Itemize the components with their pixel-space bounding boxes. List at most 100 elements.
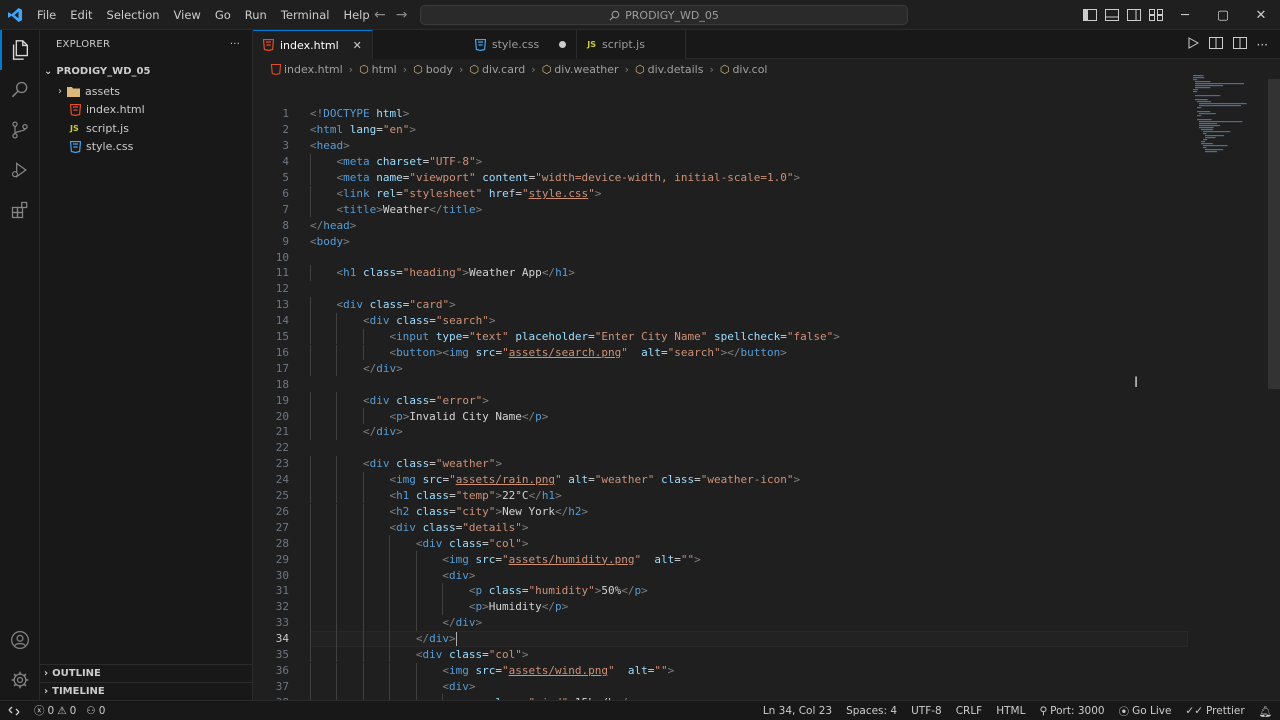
code-line[interactable]: 14 <div class="search"> [253, 313, 1193, 329]
menu-go[interactable]: Go [208, 0, 238, 30]
outline-section[interactable]: › OUTLINE [40, 664, 252, 682]
menu-edit[interactable]: Edit [63, 0, 99, 30]
code-line[interactable]: 1 <!DOCTYPE html> [253, 106, 1193, 122]
code-line[interactable]: 21 </div> [253, 424, 1193, 440]
code-line[interactable]: 16 <button><img src="assets/search.png" a… [253, 345, 1193, 361]
customize-layout-icon[interactable] [1148, 7, 1164, 23]
cursor-position[interactable]: Ln 34, Col 23 [763, 705, 832, 717]
code-line[interactable]: 10 [253, 249, 1193, 265]
code-line[interactable]: 36 <img src="assets/wind.png" alt=""> [253, 663, 1193, 679]
command-center-search[interactable]: PRODIGY_WD_05 [420, 5, 908, 25]
manage-activity[interactable] [0, 660, 40, 700]
split-editor-icon[interactable] [1232, 37, 1247, 52]
code-line[interactable]: 22 [253, 440, 1193, 456]
tree-item-script-js[interactable]: JS script.js [40, 119, 252, 138]
extensions-activity[interactable] [0, 190, 40, 230]
code-line[interactable]: 9 <body> [253, 233, 1193, 249]
prettier-status[interactable]: ✓✓ Prettier [1185, 705, 1244, 717]
unsaved-dot-icon[interactable] [559, 41, 567, 48]
tree-item-assets[interactable]: › assets [40, 82, 252, 101]
code-line[interactable]: 5 <meta name="viewport" content="width=de… [253, 170, 1193, 186]
menu-terminal[interactable]: Terminal [274, 0, 337, 30]
tree-item-style-css[interactable]: style.css [40, 138, 252, 157]
notifications-bell-icon[interactable]: 🔔︎ [1259, 705, 1272, 718]
forward-arrow-icon[interactable]: → [396, 0, 408, 30]
code-line[interactable]: 33 </div> [253, 615, 1193, 631]
code-line[interactable]: 12 [253, 281, 1193, 297]
more-actions-icon[interactable]: ··· [230, 39, 240, 50]
code-line[interactable]: 18 [253, 376, 1193, 392]
more-actions-icon[interactable]: ··· [1257, 38, 1268, 52]
code-line[interactable]: 34 </div> [253, 631, 1193, 647]
code-line[interactable]: 15 <input type="text" placeholder="Enter … [253, 329, 1193, 345]
breadcrumb-item[interactable]: ⬡ div.card [469, 63, 525, 76]
code-line[interactable]: 17 </div> [253, 360, 1193, 376]
code-line[interactable]: 7 <title>Weather</title> [253, 201, 1193, 217]
scrollbar-thumb[interactable] [1268, 79, 1280, 389]
menu-run[interactable]: Run [238, 0, 274, 30]
code-line[interactable]: 6 <link rel="stylesheet" href="style.css"… [253, 186, 1193, 202]
menu-selection[interactable]: Selection [100, 0, 167, 30]
code-line[interactable]: 11 <h1 class="heading">Weather App</h1> [253, 265, 1193, 281]
open-preview-icon[interactable] [1208, 37, 1223, 52]
tab-index-html[interactable]: index.html ✕ [253, 30, 373, 59]
search-activity[interactable] [0, 70, 40, 110]
indentation[interactable]: Spaces: 4 [846, 705, 897, 717]
code-line[interactable]: 35 <div class="col"> [253, 647, 1193, 663]
source-control-activity[interactable] [0, 110, 40, 150]
code-editor[interactable]: 1 <!DOCTYPE html> 2 <html lang="en"> 3 <head>… [253, 106, 1280, 720]
code-line[interactable]: 13 <div class="card"> [253, 297, 1193, 313]
menu-view[interactable]: View [167, 0, 208, 30]
toggle-secondary-sidebar-icon[interactable] [1126, 7, 1142, 23]
encoding[interactable]: UTF-8 [911, 705, 942, 717]
back-arrow-icon[interactable]: ← [374, 0, 386, 30]
code-line[interactable]: 30 <div> [253, 567, 1193, 583]
tree-item-index-html[interactable]: index.html [40, 101, 252, 120]
code-line[interactable]: 25 <h1 class="temp">22°C</h1> [253, 488, 1193, 504]
close-icon[interactable]: ✕ [353, 39, 362, 52]
breadcrumb-item[interactable]: ⬡ html [359, 63, 397, 76]
breadcrumb-item[interactable]: ⬡ body [413, 63, 453, 76]
code-line[interactable]: 24 <img src="assets/rain.png" alt="weathe… [253, 472, 1193, 488]
run-icon[interactable] [1187, 37, 1199, 52]
remote-indicator[interactable] [0, 701, 28, 720]
breadcrumb-item[interactable]: ⬡ div.weather [542, 63, 619, 76]
tab-script-js[interactable]: JS script.js [577, 30, 686, 59]
code-line[interactable]: 32 <p>Humidity</p> [253, 599, 1193, 615]
end-of-line[interactable]: CRLF [956, 705, 983, 717]
tab-style-css[interactable]: style.css [372, 30, 578, 59]
language-mode[interactable]: HTML [996, 705, 1025, 717]
breadcrumb-item[interactable]: ⬡ div.col [720, 63, 768, 76]
minimap[interactable] [1191, 73, 1271, 193]
code-line[interactable]: 28 <div class="col"> [253, 535, 1193, 551]
toggle-primary-sidebar-icon[interactable] [1082, 7, 1098, 23]
port-status[interactable]: ⚲ Port: 3000 [1039, 705, 1104, 717]
problems-indicator[interactable]: ⓧ 0 ⚠ 0 [34, 703, 76, 718]
run-debug-activity[interactable] [0, 150, 40, 190]
code-line[interactable]: 8 </head> [253, 217, 1193, 233]
accounts-activity[interactable] [0, 620, 40, 660]
breadcrumb-item[interactable]: ⬡ div.details [635, 63, 703, 76]
minimize-icon[interactable]: ─ [1166, 0, 1204, 30]
explorer-activity[interactable] [0, 30, 40, 70]
close-window-icon[interactable]: ✕ [1242, 0, 1280, 30]
code-line[interactable]: 26 <h2 class="city">New York</h2> [253, 504, 1193, 520]
maximize-icon[interactable]: ▢ [1204, 0, 1242, 30]
menu-help[interactable]: Help [336, 0, 376, 30]
code-line[interactable]: 31 <p class="humidity">50%</p> [253, 583, 1193, 599]
code-line[interactable]: 23 <div class="weather"> [253, 456, 1193, 472]
go-live-button[interactable]: ⦿ Go Live [1119, 704, 1172, 719]
code-line[interactable]: 19 <div class="error"> [253, 392, 1193, 408]
code-line[interactable]: 2 <html lang="en"> [253, 122, 1193, 138]
workspace-root-folder[interactable]: ⌄ PRODIGY_WD_05 [40, 60, 252, 82]
code-line[interactable]: 27 <div class="details"> [253, 519, 1193, 535]
code-line[interactable]: 4 <meta charset="UTF-8"> [253, 154, 1193, 170]
code-line[interactable]: 29 <img src="assets/humidity.png" alt=""> [253, 551, 1193, 567]
code-line[interactable]: 3 <head> [253, 138, 1193, 154]
code-line[interactable]: 20 <p>Invalid City Name</p> [253, 408, 1193, 424]
toggle-panel-icon[interactable] [1104, 7, 1120, 23]
ports-indicator[interactable]: ⚇ 0 [86, 705, 105, 717]
menu-file[interactable]: File [30, 0, 63, 30]
breadcrumb-item[interactable]: index.html [271, 63, 343, 76]
code-line[interactable]: 37 <div> [253, 678, 1193, 694]
